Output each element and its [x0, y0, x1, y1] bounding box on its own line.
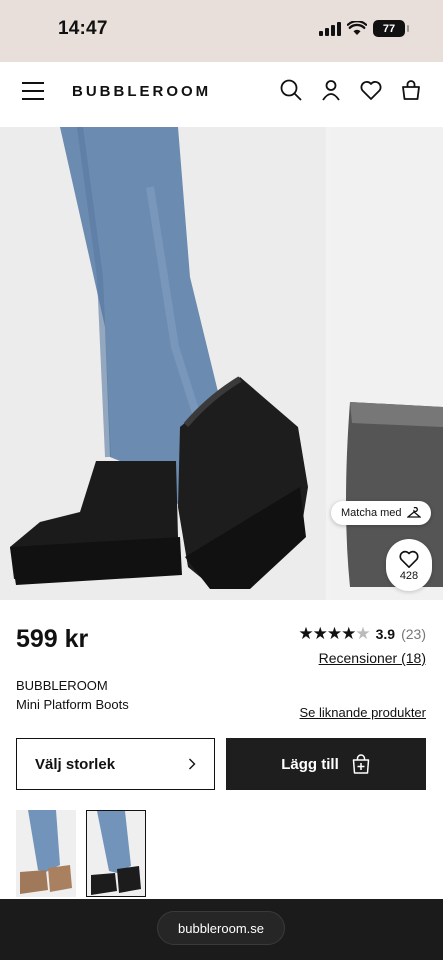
status-icons: 77 [319, 20, 409, 37]
product-photo-boot-detail [330, 127, 443, 600]
status-time: 14:47 [58, 18, 108, 39]
thumbnail-black[interactable] [86, 810, 146, 897]
address-bar[interactable]: bubbleroom.se [157, 911, 285, 945]
site-logo[interactable]: BUBBLEROOM [72, 83, 211, 100]
wishlist-heart-icon[interactable] [359, 78, 383, 102]
browser-bottom-bar: bubbleroom.se [0, 899, 443, 960]
rating-stars: ★★★★★ [298, 624, 370, 643]
rating-count: (23) [401, 626, 426, 642]
match-with-button[interactable]: Matcha med [331, 501, 431, 525]
product-name: Mini Platform Boots [16, 697, 129, 712]
select-size-button[interactable]: Välj storlek [16, 738, 215, 790]
product-image-next[interactable] [330, 127, 443, 600]
product-image-gallery[interactable] [0, 127, 443, 600]
thumbnail-image [87, 811, 145, 896]
wifi-icon [347, 21, 367, 35]
product-brand[interactable]: BUBBLEROOM [16, 678, 108, 693]
thumbnail-chestnut[interactable] [16, 810, 76, 897]
hanger-icon [406, 507, 421, 518]
heart-icon [399, 550, 419, 568]
favorite-button[interactable]: 428 [386, 539, 432, 591]
search-icon[interactable] [279, 78, 303, 102]
site-header: BUBBLEROOM [0, 66, 443, 118]
rating-value: 3.9 [375, 626, 396, 642]
battery-icon: 77 [373, 20, 409, 37]
shopping-bag-icon[interactable] [399, 78, 423, 102]
chevron-right-icon [189, 758, 196, 770]
reviews-link[interactable]: Recensioner (18) [319, 650, 426, 666]
status-bar: 14:47 77 [0, 0, 443, 62]
match-with-label: Matcha med [341, 507, 402, 519]
similar-products-link[interactable]: Se liknande produkter [300, 705, 426, 720]
star-half-icon: ★ [341, 624, 356, 643]
product-photo-boots [0, 127, 326, 600]
star-empty-icon: ★ [355, 624, 370, 643]
header-actions [279, 78, 423, 102]
menu-icon[interactable] [22, 82, 44, 100]
add-to-cart-button[interactable]: Lägg till [226, 738, 426, 790]
select-size-label: Välj storlek [35, 755, 116, 773]
add-to-cart-label: Lägg till [281, 755, 339, 773]
product-price: 599 kr [16, 625, 89, 653]
add-to-bag-icon [352, 754, 369, 774]
account-icon[interactable] [319, 78, 343, 102]
product-rating: ★★★★★ 3.9 (23) [298, 624, 426, 644]
favorite-count: 428 [399, 569, 419, 582]
cellular-signal-icon [319, 21, 341, 36]
product-image-main[interactable] [0, 127, 326, 600]
thumbnail-image [16, 810, 76, 897]
